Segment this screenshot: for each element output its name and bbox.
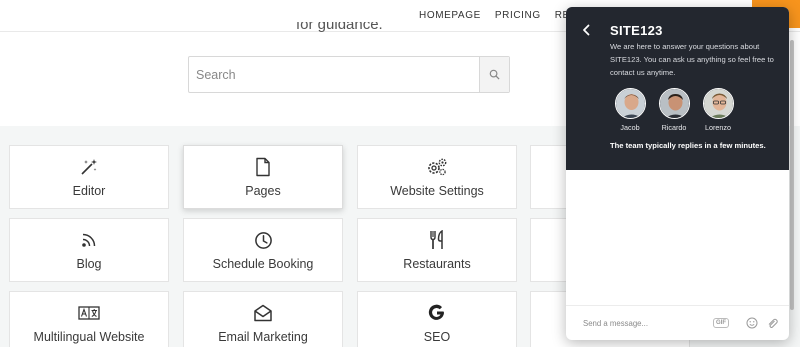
agent-name: Jacob	[620, 123, 640, 132]
card-label: Email Marketing	[218, 330, 308, 344]
card-label: Blog	[76, 257, 102, 271]
emoji-icon[interactable]	[746, 317, 758, 329]
nav-pricing-link[interactable]: PRICING	[495, 10, 541, 21]
chat-description: We are here to answer your questions abo…	[610, 42, 774, 77]
chat-widget: SITE123 We are here to answer your quest…	[566, 7, 789, 340]
agent-lorenzo: Lorenzo	[696, 88, 740, 132]
card-label: Editor	[72, 184, 106, 198]
card-schedule-booking[interactable]: Schedule Booking	[183, 218, 343, 282]
card-blog[interactable]: Blog	[9, 218, 169, 282]
envelope-open-icon	[252, 303, 274, 323]
avatar	[614, 88, 646, 119]
card-restaurants[interactable]: Restaurants	[357, 218, 517, 282]
page-scrollbar[interactable]	[790, 40, 794, 310]
headline-clip: for guidance.	[296, 22, 406, 34]
agent-list: Jacob Ricardo Lorenzo	[608, 88, 740, 132]
page-icon	[252, 157, 274, 177]
chat-header: SITE123 We are here to answer your quest…	[566, 7, 789, 170]
card-multilingual-website[interactable]: Multilingual Website	[9, 291, 169, 347]
card-label: SEO	[423, 330, 451, 344]
agent-name: Lorenzo	[705, 123, 731, 132]
rss-icon	[78, 230, 100, 250]
back-arrow-icon[interactable]	[580, 23, 594, 37]
attachment-icon[interactable]	[766, 317, 778, 329]
search-button[interactable]	[479, 57, 509, 92]
composer-actions: GIF	[713, 317, 778, 329]
card-editor[interactable]: Editor	[9, 145, 169, 209]
card-label: Pages	[245, 184, 281, 198]
agent-ricardo: Ricardo	[652, 88, 696, 132]
agent-name: Ricardo	[661, 123, 687, 132]
magic-wand-icon	[78, 157, 100, 177]
message-input[interactable]: Send a message...	[583, 319, 713, 328]
avatar	[702, 88, 734, 119]
fork-knife-icon	[426, 230, 448, 250]
chat-messages-area	[566, 170, 789, 305]
reply-time-notice: The team typically replies in a few minu…	[610, 141, 766, 150]
card-email-marketing[interactable]: Email Marketing	[183, 291, 343, 347]
card-label: Website Settings	[390, 184, 484, 198]
avatar	[658, 88, 690, 119]
translate-icon	[78, 303, 100, 323]
card-label: Restaurants	[403, 257, 471, 271]
gears-icon	[426, 157, 448, 177]
search-bar	[188, 56, 510, 93]
card-seo[interactable]: SEO	[357, 291, 517, 347]
search-input[interactable]	[189, 57, 479, 92]
card-label: Schedule Booking	[212, 257, 314, 271]
card-pages[interactable]: Pages	[183, 145, 343, 209]
page-headline: for guidance.	[296, 22, 383, 33]
search-icon	[489, 69, 500, 80]
google-g-icon	[426, 303, 448, 323]
card-website-settings[interactable]: Website Settings	[357, 145, 517, 209]
agent-jacob: Jacob	[608, 88, 652, 132]
card-label: Multilingual Website	[33, 330, 145, 344]
chat-composer: Send a message... GIF	[566, 305, 789, 340]
nav-homepage-link[interactable]: HOMEPAGE	[419, 10, 481, 21]
clock-icon	[252, 230, 274, 250]
gif-button[interactable]: GIF	[713, 318, 729, 328]
chat-title: SITE123	[610, 23, 663, 38]
